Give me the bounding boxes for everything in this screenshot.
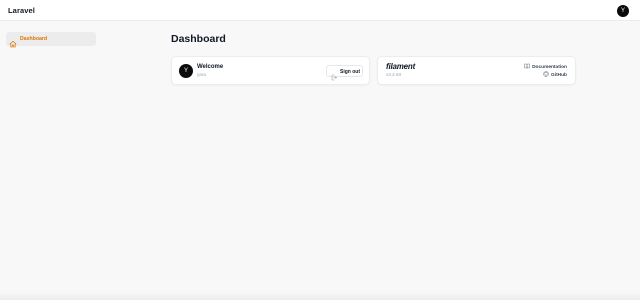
top-bar: Laravel Y [0,0,640,21]
avatar: Y [179,64,193,78]
sign-out-icon [331,68,337,81]
user-name: yara [197,72,206,77]
sign-out-label: Sign out [340,68,360,75]
filament-card: filament v3.2.93 Documentation GitHub [377,56,576,85]
github-label: GitHub [551,73,567,78]
user-avatar[interactable]: Y [617,5,629,17]
filament-version: v3.2.93 [386,72,402,77]
bottom-shadow [0,292,640,300]
documentation-link[interactable]: Documentation [524,63,567,70]
github-link[interactable]: GitHub [543,71,567,78]
filament-logo: filament [386,62,416,71]
sidebar-item-dashboard[interactable]: Dashboard [6,32,96,48]
welcome-title: Welcome [197,64,224,70]
documentation-label: Documentation [532,65,567,70]
welcome-card: Y Welcome yara Sign out [171,56,370,85]
sidebar-item-label: Dashboard [20,35,48,42]
github-icon [543,71,549,77]
page-title: Dashboard [171,33,226,45]
sign-out-button[interactable]: Sign out [326,65,363,81]
home-icon [9,35,17,48]
book-icon [524,63,530,69]
brand-logo[interactable]: Laravel [8,6,35,15]
